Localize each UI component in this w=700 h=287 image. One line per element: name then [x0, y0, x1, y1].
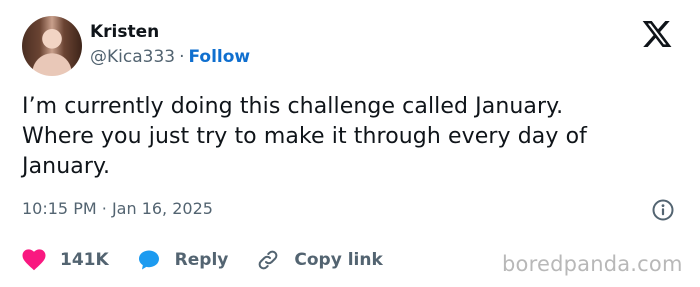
author-info: Kristen @Kica333 · Follow	[90, 21, 250, 69]
like-button[interactable]: 141K	[22, 249, 109, 271]
author-handle[interactable]: @Kica333	[90, 47, 175, 67]
x-logo-icon[interactable]	[641, 18, 673, 50]
tweet-text-line: Where you just try to make it through ev…	[22, 124, 588, 149]
info-icon[interactable]	[651, 198, 675, 222]
handle-row: @Kica333 · Follow	[90, 45, 250, 69]
tweet-actions: 141K Reply Copy link	[22, 246, 411, 274]
watermark: boredpanda.com	[502, 252, 683, 276]
separator-dot: ·	[101, 199, 107, 218]
copy-link-button[interactable]: Copy link	[256, 248, 383, 272]
tweet-timestamp[interactable]: 10:15 PM · Jan 16, 2025	[22, 197, 213, 221]
tweet-header: Kristen @Kica333 · Follow	[22, 14, 250, 78]
avatar[interactable]	[22, 16, 82, 76]
copy-link-label: Copy link	[294, 250, 383, 270]
separator-dot: ·	[179, 47, 185, 67]
follow-button[interactable]: Follow	[189, 47, 251, 67]
tweet-text-line: I’m currently doing this challenge calle…	[22, 94, 564, 119]
tweet-text: I’m currently doing this challenge calle…	[22, 92, 682, 182]
author-name[interactable]: Kristen	[90, 21, 250, 43]
tweet-text-line: January.	[22, 154, 111, 179]
tweet-date: Jan 16, 2025	[111, 199, 213, 218]
like-count: 141K	[60, 250, 109, 270]
speech-bubble-icon	[137, 248, 161, 272]
tweet-card: Kristen @Kica333 · Follow I’m currently do…	[0, 0, 700, 287]
heart-icon	[22, 249, 46, 271]
reply-button[interactable]: Reply	[137, 248, 229, 272]
link-icon	[256, 248, 280, 272]
tweet-time: 10:15 PM	[22, 199, 97, 218]
reply-label: Reply	[174, 250, 229, 270]
